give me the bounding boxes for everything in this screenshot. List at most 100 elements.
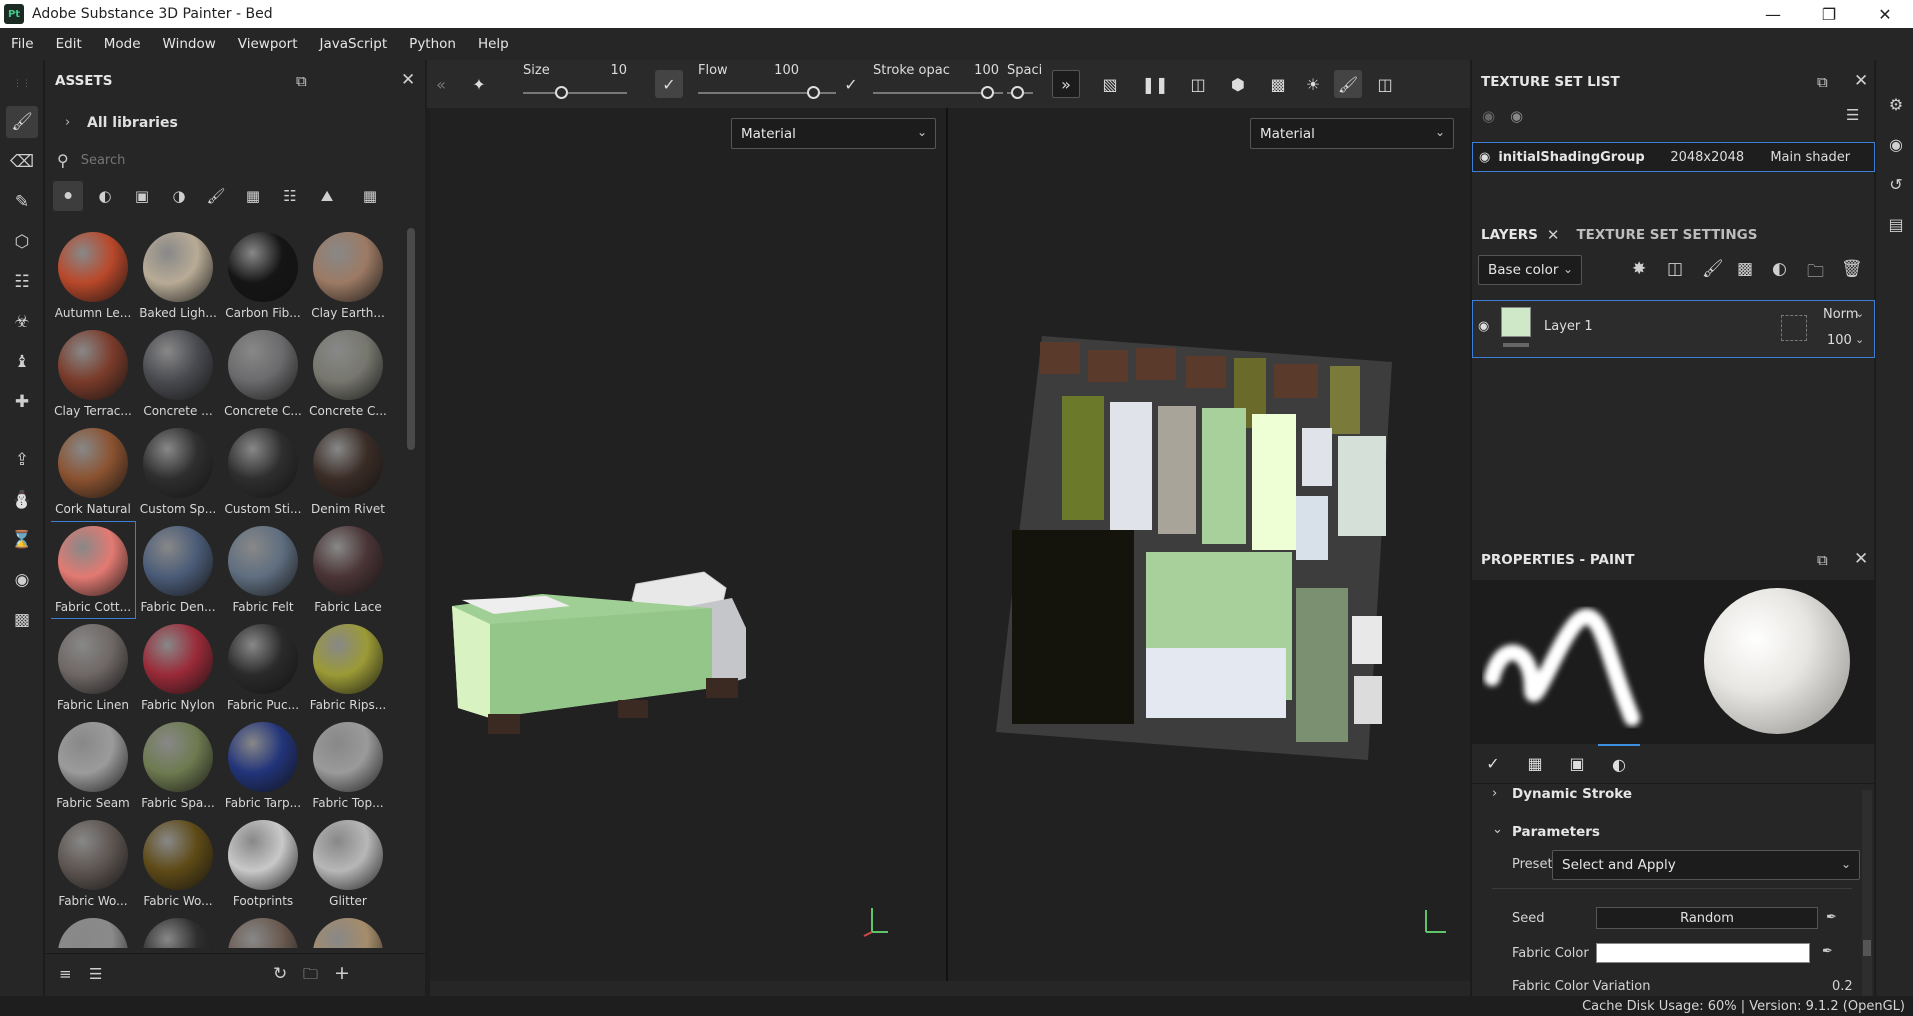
dynamic-stroke-section[interactable]: Dynamic Stroke — [1512, 786, 1632, 802]
channel-select[interactable]: Base color ⌄ — [1478, 255, 1582, 285]
asset-item[interactable]: Concrete ... — [136, 326, 220, 422]
close-panel-icon[interactable]: ✕ — [401, 70, 415, 90]
smart-materials-filter-icon[interactable]: ◐ — [90, 181, 120, 211]
viewport-3d-mode-select[interactable]: Material ⌄ — [731, 118, 936, 149]
filters-filter-icon[interactable]: ◑ — [164, 181, 194, 211]
display-mode-icon[interactable]: ⬢ — [1224, 70, 1252, 98]
hide-overlay-icon[interactable]: ▧ — [1096, 70, 1124, 98]
stroke-opacity-slider-handle[interactable] — [981, 86, 994, 99]
projection-tool-icon[interactable]: ✎ — [6, 186, 38, 218]
menu-file[interactable]: File — [0, 36, 45, 52]
menu-viewport[interactable]: Viewport — [227, 36, 309, 52]
grid-view-icon[interactable]: ▦ — [355, 181, 385, 211]
show-all-icon[interactable]: ◉ — [1510, 107, 1523, 125]
clone-tool-icon[interactable]: ☣ — [6, 306, 38, 338]
minimize-button[interactable]: — — [1745, 0, 1801, 28]
asset-item[interactable]: Fabric Cott... — [51, 521, 136, 619]
asset-item[interactable]: Autumn Le... — [51, 228, 135, 324]
fabric-color-swatch[interactable] — [1596, 943, 1810, 963]
flow-slider-handle[interactable] — [807, 86, 820, 99]
asset-item[interactable]: Fabric Tarp... — [221, 718, 305, 814]
alpha-tab-icon[interactable]: ▦ — [1514, 744, 1556, 784]
refresh-icon[interactable]: ↻ — [273, 964, 287, 984]
seed-random-button[interactable]: Random — [1596, 907, 1818, 929]
paint-mode-icon[interactable]: 🖌 — [1334, 70, 1362, 98]
texture-set-row[interactable]: ◉ initialShadingGroup 2048x2048 Main sha… — [1472, 142, 1875, 172]
search-input[interactable] — [80, 152, 381, 168]
flow-value[interactable]: 100 — [767, 63, 799, 78]
add-smart-material-icon[interactable]: ◐ — [1772, 259, 1787, 279]
size-pressure-icon[interactable]: ✓ — [655, 70, 683, 98]
add-mask-icon[interactable]: ◫ — [1667, 259, 1683, 279]
size-value[interactable]: 10 — [597, 63, 627, 78]
asset-item[interactable]: Fabric Rips... — [306, 620, 390, 716]
asset-item[interactable]: Fabric Seam — [51, 718, 135, 814]
chevron-down-icon[interactable]: ⌄ — [1492, 822, 1503, 837]
layer-visibility-icon[interactable]: ◉ — [1478, 319, 1489, 334]
asset-item[interactable]: Fabric Felt — [221, 522, 305, 618]
fabric-color-variation-value[interactable]: 0.2 — [1832, 979, 1853, 994]
environments-filter-icon[interactable]: ⛰ — [312, 181, 342, 211]
size-slider-track[interactable] — [523, 92, 627, 94]
screenshot-icon[interactable]: ◫ — [1371, 70, 1399, 98]
asset-item[interactable]: Fabric Wo... — [51, 816, 135, 912]
smart-masks-filter-icon[interactable]: ▣ — [127, 181, 157, 211]
eyedropper-icon[interactable]: ✒ — [1826, 910, 1837, 925]
asset-item[interactable] — [221, 914, 305, 948]
material-tab-icon[interactable]: ◐ — [1598, 743, 1640, 784]
float-panel-icon[interactable]: ⧉ — [1817, 551, 1828, 569]
flow-pressure-icon[interactable]: ✓ — [837, 70, 865, 98]
sort-icon[interactable]: ≡ — [59, 965, 72, 983]
stencil-tab-icon[interactable]: ▣ — [1556, 744, 1598, 784]
asset-item[interactable]: Fabric Wo... — [136, 816, 220, 912]
asset-item[interactable]: Fabric Puc... — [221, 620, 305, 716]
asset-item[interactable]: Denim Rivet — [306, 424, 390, 520]
chevron-right-icon[interactable]: › — [1492, 786, 1497, 801]
layer-row[interactable]: ◉ Layer 1 Norm ⌄ 100 ⌄ — [1472, 300, 1875, 358]
chevron-right-icon[interactable]: › — [65, 115, 70, 130]
log-icon[interactable]: ▤ — [1884, 212, 1908, 236]
asset-item[interactable]: Carbon Fib... — [221, 228, 305, 324]
close-panel-icon[interactable]: ✕ — [1854, 549, 1868, 569]
menu-edit[interactable]: Edit — [45, 36, 93, 52]
maximize-button[interactable]: ❐ — [1801, 0, 1857, 28]
history-icon[interactable]: ↺ — [1884, 172, 1908, 196]
menu-help[interactable]: Help — [467, 36, 520, 52]
float-panel-icon[interactable]: ⧉ — [1817, 73, 1828, 91]
tab-texture-set-settings[interactable]: TEXTURE SET SETTINGS — [1567, 227, 1766, 243]
layer-name[interactable]: Layer 1 — [1544, 319, 1593, 334]
camera-icon[interactable]: ▩ — [1264, 70, 1292, 98]
add-fill-layer-icon[interactable]: ▩ — [1737, 259, 1753, 279]
stamp-tool-icon[interactable]: ♝ — [6, 346, 38, 378]
menu-mode[interactable]: Mode — [93, 36, 152, 52]
add-icon[interactable]: + — [334, 962, 350, 984]
layer-blend-mode[interactable]: Norm — [1823, 307, 1858, 322]
add-effect-icon[interactable]: ✸ — [1632, 259, 1646, 279]
library-name[interactable]: All libraries — [87, 115, 178, 131]
asset-item[interactable]: Clay Terrac... — [51, 326, 135, 422]
particles-filter-icon[interactable]: ▦ — [238, 181, 268, 211]
menu-icon[interactable]: ☰ — [1846, 106, 1859, 124]
pause-icon[interactable]: ❚❚ — [1141, 70, 1169, 98]
paint-brush-tool-icon[interactable]: 🖌 — [6, 106, 38, 138]
brushes-filter-icon[interactable]: 🖌 — [201, 181, 231, 211]
asset-item[interactable]: Concrete C... — [306, 326, 390, 422]
asset-item[interactable]: Custom Sp... — [136, 424, 220, 520]
asset-item[interactable]: Custom Sti... — [221, 424, 305, 520]
smudge-tool-icon[interactable]: ☷ — [6, 266, 38, 298]
asset-item[interactable] — [51, 914, 135, 948]
asset-item[interactable]: Fabric Nylon — [136, 620, 220, 716]
delete-layer-icon[interactable]: 🗑 — [1841, 259, 1863, 279]
eyedropper-icon[interactable]: ✒ — [1822, 944, 1833, 959]
asset-item[interactable]: Footprints — [221, 816, 305, 912]
collapse-left-icon[interactable]: « — [427, 70, 455, 98]
preset-select[interactable]: Select and Apply ⌄ — [1552, 850, 1860, 880]
materials-filter-icon[interactable]: ⚫ — [53, 181, 83, 211]
display-settings-icon[interactable]: ◉ — [1884, 132, 1908, 156]
asset-item[interactable]: Concrete C... — [221, 326, 305, 422]
asset-item[interactable] — [136, 914, 220, 948]
share-icon[interactable]: ▩ — [6, 604, 38, 636]
stroke-mode-icon[interactable]: ✦ — [465, 70, 493, 98]
bake-icon[interactable]: ⛄ — [6, 484, 38, 516]
eye-icon[interactable]: ◉ — [1479, 150, 1490, 165]
